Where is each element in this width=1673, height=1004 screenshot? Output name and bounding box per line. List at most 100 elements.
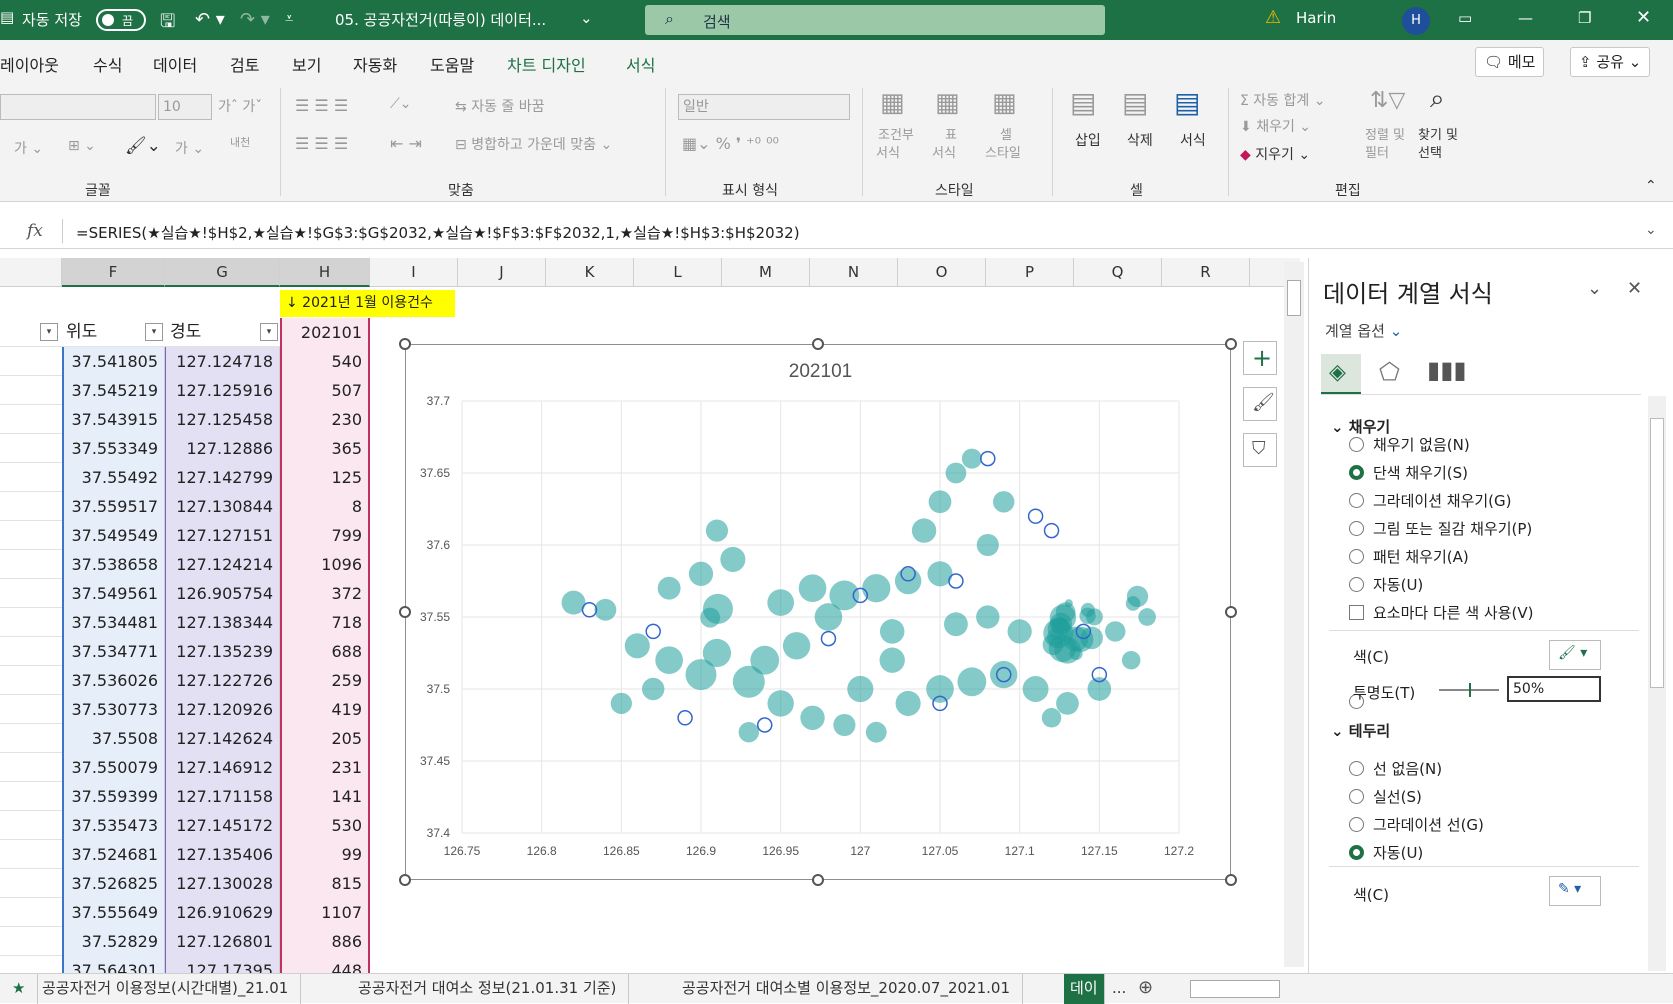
cond-format-label-2[interactable]: 서식 [876, 142, 900, 161]
clear-button[interactable]: ◆ 지우기 ⌄ [1240, 144, 1310, 164]
sort-label[interactable]: 정렬 및 [1365, 124, 1405, 143]
scatter-point[interactable] [705, 519, 728, 542]
table-label[interactable]: 표 [945, 124, 957, 143]
lat-cell[interactable]: 37.5508 [62, 724, 165, 753]
scatter-point[interactable] [879, 647, 905, 673]
selected-point-marker[interactable] [820, 630, 837, 647]
count-cell[interactable]: 230 [280, 405, 370, 434]
count-cell[interactable]: 688 [280, 637, 370, 666]
scatter-point[interactable] [767, 589, 794, 616]
lon-cell[interactable]: 127.130844 [165, 492, 280, 521]
increase-font-icon[interactable]: 가ˆ 가ˇ [218, 96, 262, 116]
column-header-h[interactable]: H [280, 258, 370, 287]
scatter-point[interactable] [976, 533, 999, 557]
lat-cell[interactable]: 37.535473 [62, 811, 165, 840]
redo-icon[interactable]: ↷ ▾ [240, 9, 270, 30]
scatter-point[interactable] [1126, 585, 1149, 608]
lat-cell[interactable]: 37.526825 [62, 869, 165, 898]
memo-button[interactable]: 🗨 메모 [1475, 47, 1545, 77]
column-header-q[interactable]: Q [1074, 258, 1162, 287]
vary-colors-checkbox[interactable] [1349, 605, 1364, 620]
lat-cell[interactable]: 37.543915 [62, 405, 165, 434]
chart-resize-handle[interactable] [1225, 606, 1237, 618]
count-header[interactable]: 202101 [280, 318, 370, 347]
fill-option-radio[interactable] [1349, 437, 1364, 452]
lon-cell[interactable]: 127.171158 [165, 782, 280, 811]
selected-point-marker[interactable] [1043, 522, 1060, 539]
border-option-radio[interactable] [1349, 789, 1364, 804]
scatter-point[interactable] [767, 690, 794, 717]
insert-icon[interactable]: ▤ [1070, 86, 1096, 119]
lat-cell[interactable]: 37.553349 [62, 434, 165, 463]
transparency-slider[interactable] [1439, 683, 1499, 697]
fill-option-label[interactable]: 패턴 채우기(A) [1373, 546, 1469, 567]
border-option-radio[interactable] [1349, 817, 1364, 832]
scatter-point[interactable] [1056, 692, 1079, 715]
count-cell[interactable]: 530 [280, 811, 370, 840]
lat-cell[interactable]: 37.534771 [62, 637, 165, 666]
chart-filters-button[interactable]: ⛉ [1243, 433, 1277, 467]
number-format-box[interactable]: 일반 [678, 94, 850, 120]
border-option-label[interactable]: 실선(S) [1373, 786, 1422, 807]
vary-colors-label[interactable]: 요소마다 다른 색 사용(V) [1373, 602, 1533, 623]
fill-option-label[interactable]: 자동(U) [1373, 574, 1423, 595]
count-cell[interactable]: 815 [280, 869, 370, 898]
add-sheet-icon[interactable]: ⊕ [1138, 977, 1153, 998]
lon-cell[interactable]: 127.124214 [165, 550, 280, 579]
count-cell[interactable]: 99 [280, 840, 370, 869]
scatter-point[interactable] [750, 645, 780, 675]
column-header-i[interactable]: I [370, 258, 458, 287]
scatter-point[interactable] [911, 518, 937, 543]
avatar[interactable]: H [1402, 7, 1430, 35]
fill-option-radio[interactable] [1349, 549, 1364, 564]
lon-cell[interactable]: 127.122726 [165, 666, 280, 695]
lat-cell[interactable]: 37.541805 [62, 347, 165, 376]
scatter-point[interactable] [865, 721, 887, 743]
lon-cell[interactable]: 127.125916 [165, 376, 280, 405]
fill-option-label[interactable]: 채우기 없음(N) [1373, 434, 1470, 455]
scatter-point[interactable] [926, 675, 954, 703]
pentagon-icon[interactable]: ⬠ [1379, 358, 1400, 386]
table-label-2[interactable]: 서식 [932, 142, 956, 161]
sheet-tab-station-usage[interactable]: 공공자전거 대여소별 이용정보_2020.07_2021.01 [670, 974, 1023, 1004]
fill-option-radio[interactable] [1349, 577, 1364, 592]
count-cell[interactable]: 205 [280, 724, 370, 753]
chart-resize-handle[interactable] [812, 338, 824, 350]
more-tabs[interactable]: ... [1108, 974, 1130, 1004]
fill-option-label[interactable]: 그림 또는 질감 채우기(P) [1373, 518, 1532, 539]
menu-view[interactable]: 보기 [292, 52, 321, 76]
chart-resize-handle[interactable] [399, 338, 411, 350]
menu-formulas[interactable]: 수식 [93, 52, 122, 76]
scatter-point[interactable] [1022, 676, 1049, 702]
scatter-point[interactable] [657, 576, 681, 600]
chart-title[interactable]: 202101 [789, 361, 852, 382]
count-cell[interactable]: 1107 [280, 898, 370, 927]
customize-qat-icon[interactable]: ⩡ [285, 9, 293, 27]
selected-point-marker[interactable] [581, 602, 598, 618]
count-cell[interactable]: 259 [280, 666, 370, 695]
menu-chart-design[interactable]: 차트 디자인 [507, 52, 586, 76]
delete-button[interactable]: 삭제 [1127, 130, 1153, 150]
scatter-point[interactable] [624, 633, 650, 659]
fill-button[interactable]: ⬇ 채우기 ⌄ [1240, 116, 1311, 136]
column-header-o[interactable]: O [898, 258, 986, 287]
lon-cell[interactable]: 127.142799 [165, 463, 280, 492]
lat-cell[interactable]: 37.55492 [62, 463, 165, 492]
scatter-point[interactable] [928, 490, 952, 514]
scatter-point[interactable] [720, 546, 746, 572]
border-color-picker[interactable]: ✎ ▾ [1549, 876, 1601, 906]
autosum-button[interactable]: Σ 자동 합계 ⌄ [1240, 90, 1325, 110]
fill-option-radio[interactable] [1349, 521, 1364, 536]
scatter-point[interactable] [610, 692, 632, 715]
fill-color-icon[interactable]: 🖌⌄ [125, 136, 161, 156]
lat-cell[interactable]: 37.549561 [62, 579, 165, 608]
lat-cell[interactable]: 37.524681 [62, 840, 165, 869]
fill-option-label[interactable]: 단색 채우기(S) [1373, 462, 1468, 483]
selected-point-marker[interactable] [677, 710, 693, 726]
scatter-point[interactable] [847, 675, 874, 703]
lat-cell[interactable]: 37.545219 [62, 376, 165, 405]
expand-formula-icon[interactable]: ⌄ [1645, 222, 1657, 238]
scatter-point[interactable] [1085, 608, 1103, 626]
lon-cell[interactable]: 127.130028 [165, 869, 280, 898]
scatter-point[interactable] [1048, 634, 1077, 662]
